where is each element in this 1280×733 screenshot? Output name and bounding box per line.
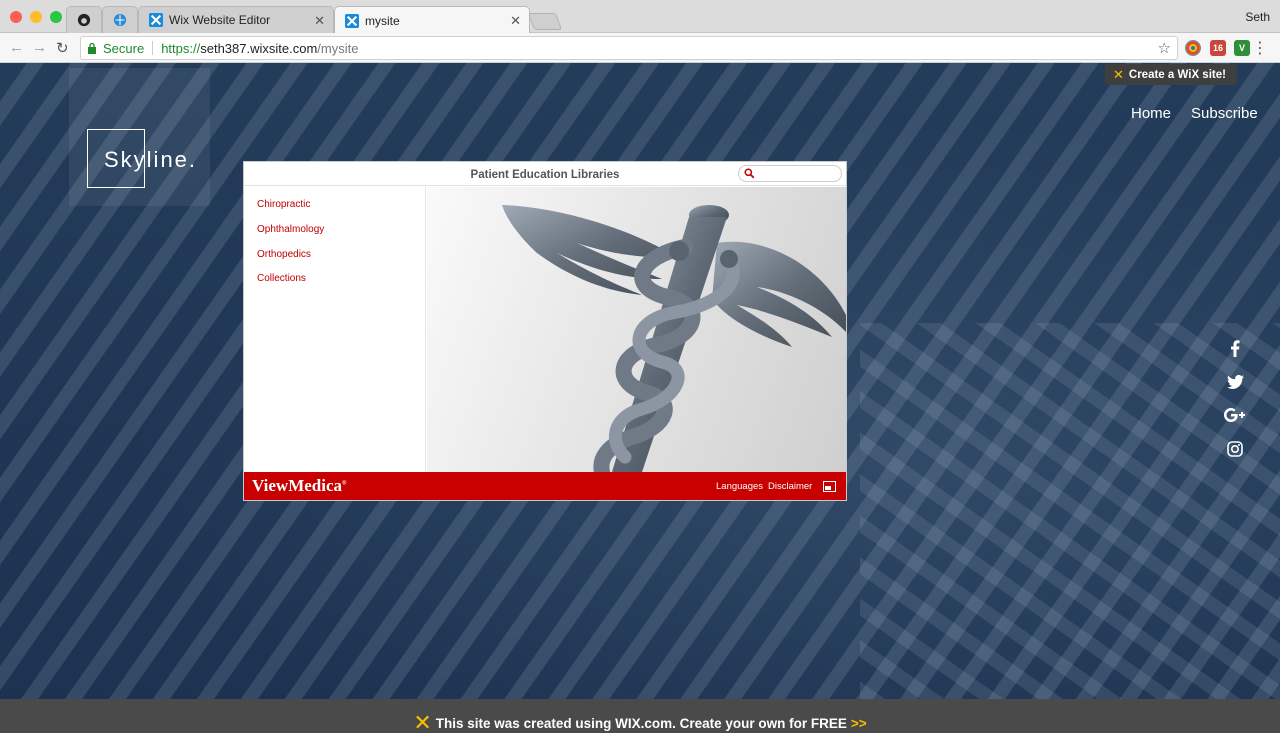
facebook-icon[interactable] <box>1224 337 1246 359</box>
wix-banner-text: This site was created using WIX.com. Cre… <box>435 715 847 731</box>
tab-title: Wix Website Editor <box>169 13 271 27</box>
close-window-button[interactable] <box>10 11 22 23</box>
twitter-icon[interactable] <box>1224 371 1246 393</box>
languages-link[interactable]: Languages <box>716 481 763 492</box>
extension-letter: V <box>1238 43 1245 53</box>
url-scheme: https:// <box>161 40 201 56</box>
tab-title: mysite <box>365 13 400 28</box>
library-search-input[interactable] <box>738 165 842 182</box>
viewmedica-logo[interactable]: ViewMedica® <box>252 476 347 496</box>
instagram-icon[interactable] <box>1224 438 1246 460</box>
wix-logo-icon: ✕ <box>413 710 432 733</box>
new-tab-button[interactable] <box>527 13 563 30</box>
extension-calendar-icon[interactable]: 16 <box>1210 40 1226 56</box>
create-wix-site-badge[interactable]: ✕ Create a WiX site! <box>1105 64 1237 85</box>
patient-education-widget: Patient Education Libraries Chiropractic… <box>243 161 847 501</box>
browser-menu-icon[interactable]: ⋮ <box>1252 38 1268 58</box>
wix-favicon-icon <box>345 13 359 28</box>
lock-icon <box>88 42 96 54</box>
reload-icon[interactable]: ↻ <box>56 39 69 57</box>
disclaimer-link[interactable]: Disclaimer <box>768 481 812 492</box>
library-link-orthopedics[interactable]: Orthopedics <box>257 249 311 260</box>
address-divider <box>152 41 154 55</box>
viewmedica-brand-text: ViewMedica <box>252 476 343 495</box>
nav-home[interactable]: Home <box>1131 105 1171 122</box>
browser-tab-bar: Wix Website Editor ✕ mysite ✕ Seth <box>0 0 1280 34</box>
nav-subscribe[interactable]: Subscribe <box>1191 105 1258 122</box>
secure-label: Secure <box>103 40 145 56</box>
wix-badge-label: Create a WiX site! <box>1128 68 1226 81</box>
wix-logo-icon: ✕ <box>1113 66 1124 82</box>
library-list: Chiropractic Ophthalmology Orthopedics C… <box>244 187 426 472</box>
library-link-collections[interactable]: Collections <box>257 273 306 284</box>
back-arrow-icon[interactable]: ← <box>9 39 24 56</box>
tab-mysite[interactable]: mysite ✕ <box>334 6 530 34</box>
search-icon <box>744 168 755 179</box>
caduceus-illustration <box>502 205 846 472</box>
extension-chrome-icon[interactable] <box>1185 40 1201 56</box>
wix-favicon-icon <box>149 13 163 27</box>
tab-github[interactable] <box>66 6 102 33</box>
window-controls <box>10 11 62 23</box>
github-icon <box>77 13 91 27</box>
profile-name[interactable]: Seth <box>1245 10 1270 24</box>
registered-mark: ® <box>342 480 347 487</box>
color-wheel-icon <box>1186 41 1200 55</box>
url-host: seth387.wixsite.com <box>200 40 318 56</box>
caduceus-image <box>427 187 846 472</box>
fullscreen-icon[interactable] <box>823 481 836 492</box>
background-image-detail <box>860 323 1280 723</box>
close-tab-icon[interactable]: ✕ <box>314 13 325 29</box>
extension-v-icon[interactable]: V <box>1234 40 1250 56</box>
tab-pinned[interactable] <box>102 6 138 33</box>
address-bar[interactable]: Secure https://seth387.wixsite.com/mysit… <box>80 36 1178 60</box>
url-path: /mysite <box>317 40 359 56</box>
google-plus-icon[interactable] <box>1224 404 1246 426</box>
wix-banner-arrow: >> <box>850 715 867 731</box>
globe-icon <box>113 13 127 27</box>
minimize-window-button[interactable] <box>30 11 42 23</box>
forward-arrow-icon[interactable]: → <box>32 39 47 56</box>
site-logo[interactable]: Skyline. <box>104 147 197 173</box>
tab-wix-editor[interactable]: Wix Website Editor ✕ <box>138 6 334 33</box>
library-link-ophthalmology[interactable]: Ophthalmology <box>257 224 324 235</box>
maximize-window-button[interactable] <box>50 11 62 23</box>
library-link-chiropractic[interactable]: Chiropractic <box>257 199 310 210</box>
widget-footer: ViewMedica® Languages Disclaimer <box>244 472 846 500</box>
close-tab-icon[interactable]: ✕ <box>510 13 521 29</box>
bookmark-star-icon[interactable]: ☆ <box>1158 39 1171 57</box>
browser-toolbar: ← → ↻ Secure https://seth387.wixsite.com… <box>0 33 1280 63</box>
wix-promo-banner[interactable]: ✕ This site was created using WIX.com. C… <box>0 699 1280 733</box>
site-page: Skyline. ✕ Create a WiX site! Home Subsc… <box>0 63 1280 733</box>
calendar-day: 16 <box>1212 43 1223 53</box>
